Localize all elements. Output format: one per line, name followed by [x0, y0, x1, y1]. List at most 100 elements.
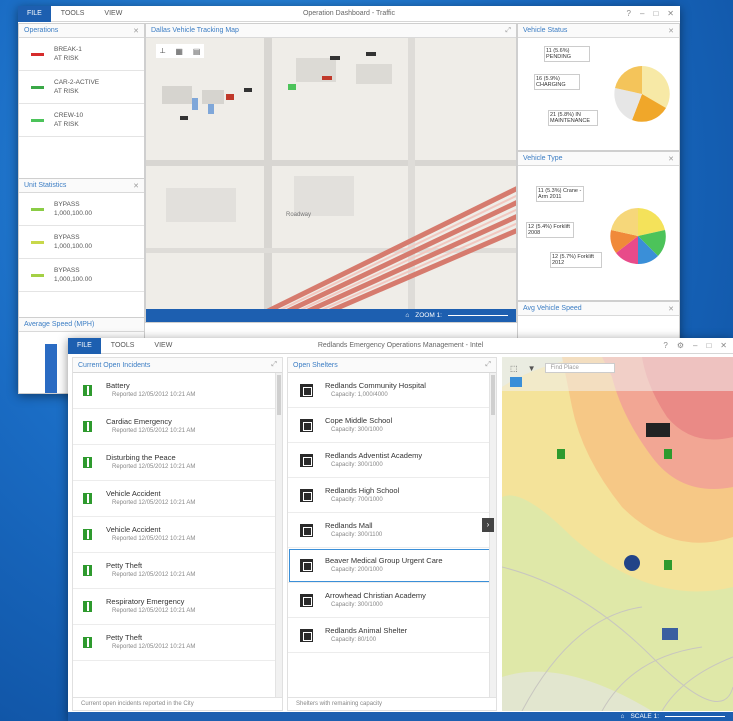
building-icon	[300, 488, 313, 502]
scrollbar[interactable]	[489, 373, 496, 697]
incident-item[interactable]: Respiratory Emergency Reported 12/05/2012…	[73, 589, 282, 625]
search-field[interactable]: Find Place	[545, 363, 616, 373]
item-sub: 1,000,100.00	[54, 276, 92, 283]
window-controls: ? – □ ✕	[627, 9, 674, 18]
pie-label: 16 (5.9%) CHARGING	[534, 74, 580, 90]
list-item[interactable]: BYPASS 1,000,100.00	[19, 193, 144, 226]
help-icon[interactable]: ?	[663, 341, 667, 350]
item-sub: 1,000,100.00	[54, 243, 92, 250]
close-icon[interactable]: ✕	[667, 9, 674, 18]
avg-speed-pane: Avg Vehicle Speed ✕	[517, 301, 680, 341]
tab-view[interactable]: VIEW	[94, 10, 132, 17]
shelter-item[interactable]: Redlands Mall Capacity: 300/1100	[288, 513, 496, 548]
window-statusbar: ⌂ SCALE 1:	[68, 712, 733, 721]
incident-icon	[83, 637, 92, 648]
incident-item[interactable]: Petty Theft Reported 12/05/2012 10:21 AM	[73, 553, 282, 589]
shelter-item[interactable]: Redlands Community Hospital Capacity: 1,0…	[288, 373, 496, 408]
shelter-item[interactable]: Arrowhead Christian Academy Capacity: 300…	[288, 583, 496, 618]
tab-tools[interactable]: TOOLS	[51, 10, 95, 17]
item-sub: 1,000,100.00	[54, 210, 92, 217]
shelter-item[interactable]: Redlands High School Capacity: 700/1000	[288, 478, 496, 513]
expand-icon[interactable]: ⤢	[271, 361, 277, 369]
minimize-icon[interactable]: –	[640, 9, 644, 18]
map-statusbar: ⌂ ZOOM 1:	[146, 309, 516, 322]
select-tool-icon[interactable]: ⬚	[510, 364, 518, 373]
help-icon[interactable]: ?	[627, 9, 631, 18]
grid-icon[interactable]: ▦	[175, 47, 183, 56]
close-icon[interactable]: ✕	[133, 182, 139, 190]
incident-time: Reported 12/05/2012 10:21 AM	[112, 644, 196, 650]
incident-item[interactable]: Disturbing the Peace Reported 12/05/2012 …	[73, 445, 282, 481]
shelter-item[interactable]: Cope Middle School Capacity: 300/1000	[288, 408, 496, 443]
incident-item[interactable]: Vehicle Accident Reported 12/05/2012 10:2…	[73, 481, 282, 517]
incident-name: Petty Theft	[106, 561, 143, 570]
tab-file[interactable]: FILE	[68, 338, 101, 354]
incident-time: Reported 12/05/2012 10:21 AM	[112, 464, 196, 470]
basemap-icon[interactable]	[510, 377, 522, 387]
maximize-icon[interactable]: □	[653, 9, 658, 18]
ribbon: FILE TOOLS VIEW Operation Dashboard - Tr…	[18, 6, 680, 22]
color-swatch	[31, 273, 44, 277]
home-icon[interactable]: ⌂	[621, 713, 625, 720]
tracking-map[interactable]: Roadway ⟂ ▦ ▤	[146, 38, 516, 310]
list-item[interactable]: CREW-10 AT RISK	[19, 104, 144, 137]
settings-icon[interactable]: ⚙	[677, 341, 684, 350]
zoom-slider[interactable]	[665, 716, 725, 717]
incident-time: Reported 12/05/2012 10:21 AM	[112, 536, 196, 542]
pane-title: Unit Statistics	[24, 182, 67, 189]
incident-item[interactable]: Petty Theft Reported 12/05/2012 10:21 AM	[73, 625, 282, 661]
close-icon[interactable]: ✕	[133, 27, 139, 35]
incident-time: Reported 12/05/2012 10:21 AM	[112, 428, 196, 434]
shelter-item[interactable]: Redlands Adventist Academy Capacity: 300/…	[288, 443, 496, 478]
incident-name: Petty Theft	[106, 633, 143, 642]
incident-item[interactable]: Vehicle Accident Reported 12/05/2012 10:2…	[73, 517, 282, 553]
close-icon[interactable]: ✕	[668, 305, 674, 313]
shelter-item[interactable]: Redlands Animal Shelter Capacity: 80/100	[288, 618, 496, 653]
shelter-name: Cope Middle School	[325, 415, 393, 425]
vehicle-type-pane: Vehicle Type ✕ 11 (5.3%) Crane - Arm 2011…	[517, 151, 680, 301]
incident-time: Reported 12/05/2012 10:21 AM	[112, 392, 196, 398]
incident-item[interactable]: Cardiac Emergency Reported 12/05/2012 10:…	[73, 409, 282, 445]
close-icon[interactable]: ✕	[668, 155, 674, 163]
incident-time: Reported 12/05/2012 10:21 AM	[112, 572, 196, 578]
tab-view[interactable]: VIEW	[144, 342, 182, 349]
list-item[interactable]: BREAK-1 AT RISK	[19, 38, 144, 71]
close-icon[interactable]: ✕	[668, 27, 674, 35]
building-icon	[300, 523, 313, 537]
expand-icon[interactable]: ⤢	[505, 27, 511, 35]
emergency-map[interactable]: ⬚ ▼ Find Place	[502, 357, 733, 711]
scrollbar[interactable]	[275, 373, 282, 697]
expand-panel-arrow-icon[interactable]: ›	[482, 518, 494, 532]
color-swatch	[31, 85, 44, 89]
item-sub: AT RISK	[54, 88, 79, 95]
shelter-item-selected[interactable]: Beaver Medical Group Urgent Care Capacity…	[288, 548, 496, 583]
unit-stats-pane: Unit Statistics ✕ BYPASS 1,000,100.00 BYPA…	[18, 178, 145, 318]
incident-name: Disturbing the Peace	[106, 453, 176, 462]
pane-title: Dallas Vehicle Tracking Map	[151, 27, 239, 34]
list-item[interactable]: CAR-2-ACTIVE AT RISK	[19, 71, 144, 104]
incident-icon	[83, 385, 92, 396]
vehicle-status-pane: Vehicle Status ✕ 11 (5.6%) PENDING 16 (5.…	[517, 23, 680, 151]
list-item[interactable]: BYPASS 1,000,100.00	[19, 226, 144, 259]
measure-icon[interactable]: ⟂	[160, 46, 165, 56]
shelter-name: Redlands Adventist Academy	[325, 450, 423, 460]
tracking-map-pane: Dallas Vehicle Tracking Map ⤢ Roadway ⟂ …	[145, 23, 517, 323]
home-icon[interactable]: ⌂	[405, 312, 409, 319]
scale-label: ZOOM 1:	[415, 312, 442, 319]
tab-file[interactable]: FILE	[18, 6, 51, 22]
pie-label: 12 (5.4%) Forklift 2008	[526, 222, 574, 238]
filter-icon[interactable]: ▼	[528, 364, 536, 373]
shelter-capacity: Capacity: 300/1000	[331, 601, 383, 608]
layers-icon[interactable]: ▤	[193, 47, 201, 56]
tab-tools[interactable]: TOOLS	[101, 342, 145, 349]
expand-icon[interactable]: ⤢	[485, 361, 491, 369]
close-icon[interactable]: ✕	[720, 341, 727, 350]
zoom-slider[interactable]	[448, 315, 508, 316]
speed-bar	[45, 344, 57, 393]
incident-item[interactable]: Battery Reported 12/05/2012 10:21 AM	[73, 373, 282, 409]
maximize-icon[interactable]: □	[706, 341, 711, 350]
incidents-pane: Current Open Incidents ⤢ Battery Reported …	[72, 357, 283, 711]
shelters-pane: Open Shelters ⤢ Redlands Community Hospit…	[287, 357, 497, 711]
minimize-icon[interactable]: –	[693, 341, 697, 350]
list-item[interactable]: BYPASS 1,000,100.00	[19, 259, 144, 292]
